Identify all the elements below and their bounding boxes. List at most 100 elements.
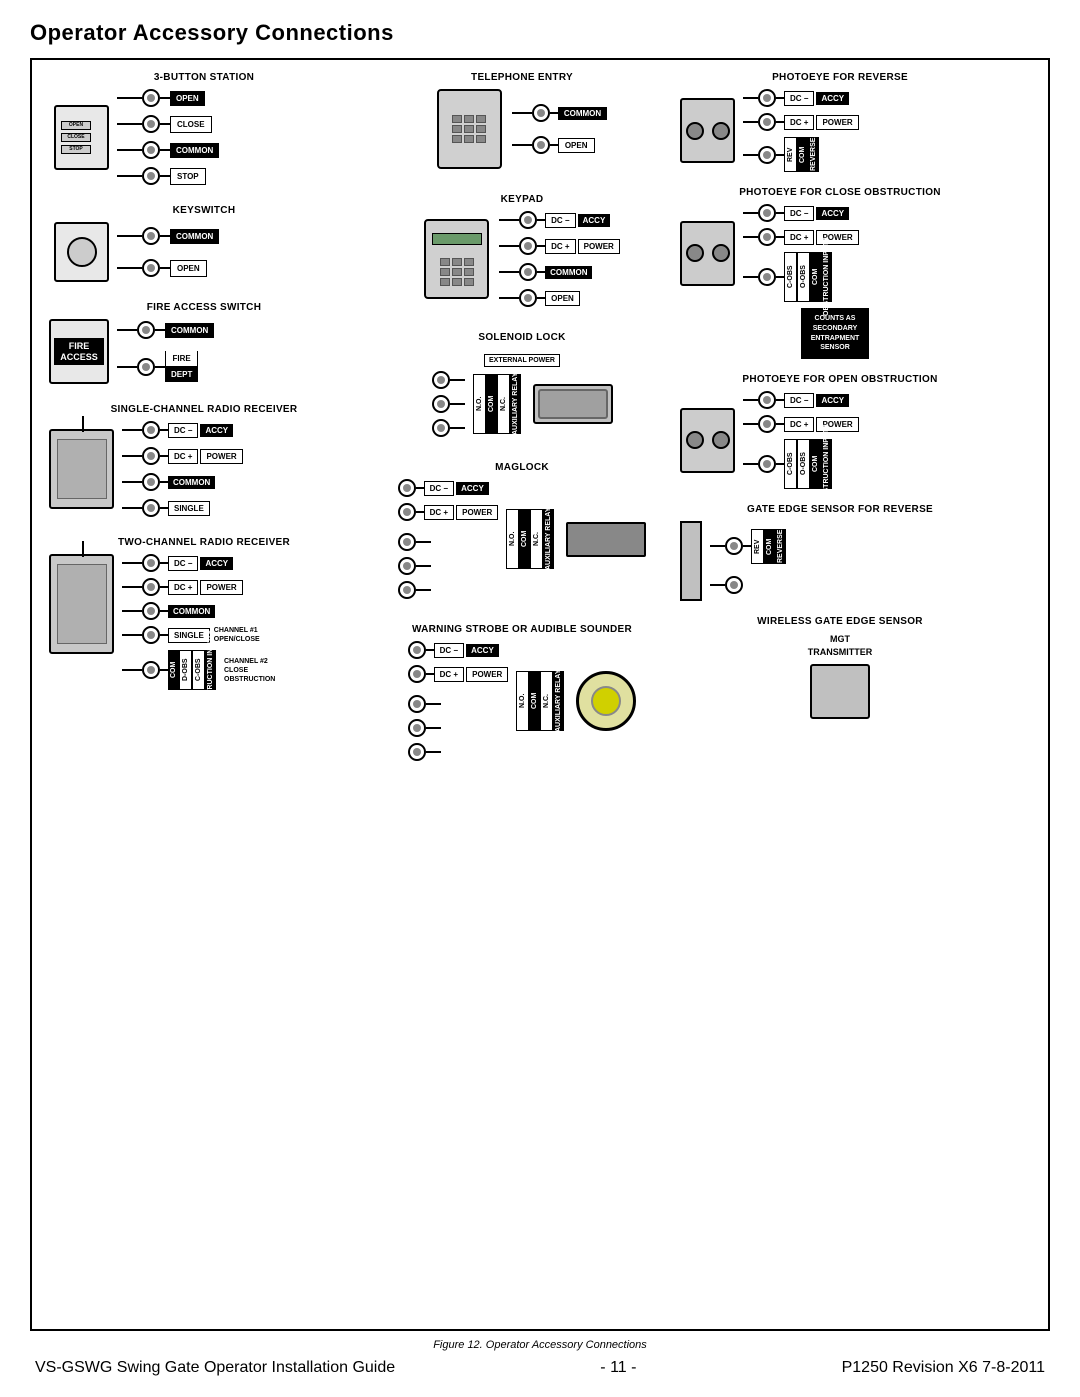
wire-close: CLOSE: [117, 115, 219, 133]
radio-body: [57, 439, 107, 499]
terminal-inner: [524, 242, 532, 250]
terminal-inner: [147, 94, 155, 102]
terminal: [758, 146, 776, 164]
terminal: [519, 211, 537, 229]
com-label: COM: [764, 529, 775, 564]
solenoid-title: SOLENOID LOCK: [478, 332, 565, 343]
telephone-section: TELEPHONE ENTRY: [372, 72, 672, 169]
lens-right: [712, 122, 730, 140]
maglock-relay-labels: N.O. COM N.C. AUXILIARY RELAY: [506, 509, 554, 569]
strobe-title: WARNING STROBE OR AUDIBLE SOUNDER: [412, 624, 632, 635]
label-accy: ACCY: [816, 207, 849, 220]
wire: [499, 297, 519, 299]
terminal-inner: [147, 478, 155, 486]
terminal-inner: [403, 538, 411, 546]
wire: [450, 379, 465, 381]
terminal: [725, 537, 743, 555]
key: [452, 115, 462, 123]
label-dcplus: DC +: [784, 230, 814, 245]
wire: [117, 329, 137, 331]
label-common: COMMON: [168, 605, 215, 618]
sol-nc: N.C.: [497, 374, 510, 434]
ks-wire-common: COMMON: [117, 227, 219, 245]
terminal-inner: [147, 232, 155, 240]
sol-com: COM: [486, 374, 497, 434]
column-1: 3-BUTTON STATION OPEN CLOSE: [44, 72, 364, 775]
terminal: [408, 743, 426, 761]
label-common: COMMON: [168, 476, 215, 489]
terminal-inner: [147, 452, 155, 460]
terminal-inner: [413, 670, 421, 678]
com-label: COM: [797, 137, 808, 172]
telephone-device: [437, 89, 502, 169]
terminal: [758, 204, 776, 222]
wire: [416, 541, 431, 543]
label-dcminus: DC −: [784, 393, 814, 408]
page: Operator Accessory Connections 3-BUTTON …: [0, 0, 1080, 1397]
terminal-close: [142, 115, 160, 133]
terminal: [398, 581, 416, 599]
terminal: [142, 626, 160, 644]
sol-wire-1: [432, 371, 465, 389]
label-common: COMMON: [170, 143, 219, 158]
keyswitch-title: KEYSWITCH: [173, 205, 236, 216]
wire: [537, 297, 545, 299]
terminal: [142, 499, 160, 517]
btn-wires: OPEN CLOSE: [117, 89, 219, 185]
wire: [117, 366, 137, 368]
terminal-inner: [403, 484, 411, 492]
wire: [160, 610, 168, 612]
wireless-gate-edge-section: WIRELESS GATE EDGE SENSOR MGTTRANSMITTER: [680, 616, 1000, 719]
wire: [122, 669, 142, 671]
keypad-keys: [440, 258, 474, 286]
obstruction-inputs-label: OBSTRUCTION INPUTS: [821, 252, 832, 302]
strobe-relay-labels: N.O. COM N.C. AUXILIARY RELAY: [516, 671, 564, 731]
terminal: [519, 263, 537, 281]
pe-close-wires: DC − ACCY DC + POWER: [743, 204, 859, 302]
wire: [776, 399, 784, 401]
wire: [743, 154, 758, 156]
sr-wire-dcminus: DC − ACCY: [122, 421, 243, 439]
wire: [499, 271, 519, 273]
photoeye-open-section: PHOTOEYE FOR OPEN OBSTRUCTION: [680, 374, 1000, 489]
terminal-inner: [524, 216, 532, 224]
gate-post-device: [680, 521, 702, 601]
terminal-inner: [403, 586, 411, 594]
terminal-inner: [730, 542, 738, 550]
reverse-label: REVERSE: [808, 137, 819, 172]
solenoid-labels: N.O. COM N.C. AUXILIARY RELAY: [473, 374, 521, 434]
key: [440, 268, 450, 276]
mag-com: COM: [519, 509, 530, 569]
terminal: [408, 695, 426, 713]
close-btn: CLOSE: [61, 133, 91, 142]
wire: [122, 507, 142, 509]
terminal-inner: [147, 631, 155, 639]
wire-common: COMMON: [117, 141, 219, 159]
footer-right: P1250 Revision X6 7-8-2011: [842, 1359, 1045, 1377]
label-dcminus: DC −: [168, 423, 198, 438]
wire: [450, 403, 465, 405]
ch2-label: CHANNEL #2CLOSEOBSTRUCTION: [224, 657, 275, 684]
mag-nc: N.C.: [530, 509, 543, 569]
key: [464, 125, 474, 133]
wire: [776, 212, 784, 214]
key: [464, 278, 474, 286]
strobe-device: [576, 671, 636, 731]
sol-aux-relay: AUXILIARY RELAY: [510, 374, 521, 434]
wire: [160, 97, 170, 99]
terminal-inner: [403, 562, 411, 570]
terminal-inner: [763, 460, 771, 468]
label-accy: ACCY: [816, 394, 849, 407]
wire: [743, 545, 751, 547]
tel-keypad: [452, 115, 486, 143]
wire: [743, 423, 758, 425]
wire: [743, 399, 758, 401]
maglock-title: MAGLOCK: [495, 462, 549, 473]
strobe-wire-2: [408, 719, 509, 737]
wire: [160, 507, 168, 509]
wire: [160, 429, 168, 431]
terminal-inner: [147, 146, 155, 154]
terminal: [408, 665, 426, 683]
two-radio-wires: DC − ACCY DC + POWER: [122, 554, 275, 690]
com-label: COM: [810, 439, 821, 489]
